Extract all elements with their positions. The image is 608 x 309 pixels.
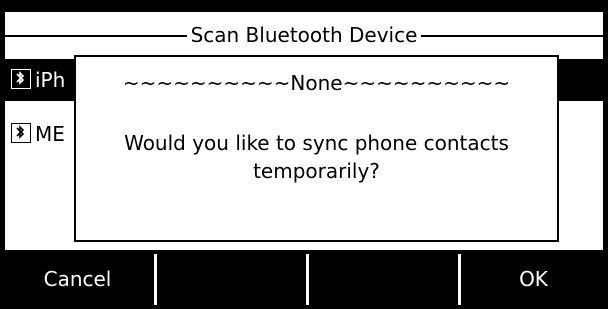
device-name: ME [35, 122, 65, 146]
screen-title: Scan Bluetooth Device [186, 23, 422, 47]
ok-softkey[interactable]: OK [461, 254, 603, 305]
dialog-title: ~~~~~~~~~~None~~~~~~~~~~ [122, 71, 511, 95]
softkey-bar: Cancel OK [5, 250, 603, 309]
softkey-3[interactable] [309, 254, 454, 305]
cancel-softkey[interactable]: Cancel [5, 254, 150, 305]
phone-screen: Scan Bluetooth Device iPh ME 4 ~~~~~~~~~… [5, 12, 603, 309]
bluetooth-device-icon [11, 123, 31, 143]
device-name: iPh [35, 68, 66, 92]
bluetooth-device-icon [11, 69, 31, 89]
softkey-label: OK [519, 267, 548, 291]
softkey-2[interactable] [157, 254, 302, 305]
sync-contacts-dialog: ~~~~~~~~~~None~~~~~~~~~~ Would you like … [74, 55, 559, 242]
screen-title-bar: Scan Bluetooth Device [5, 22, 603, 48]
softkey-label: Cancel [43, 267, 112, 291]
dialog-message: Would you like to sync phone contacts te… [124, 131, 509, 183]
